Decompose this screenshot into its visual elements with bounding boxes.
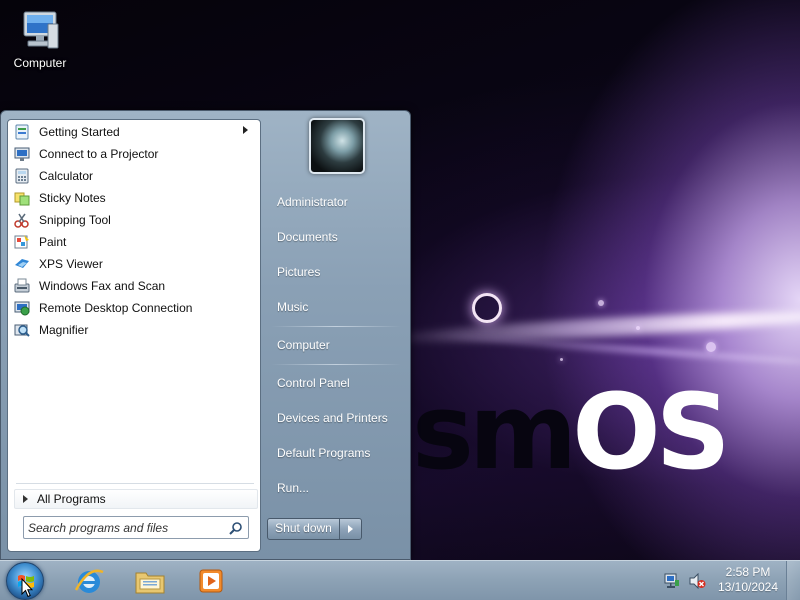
wallpaper-flare <box>598 300 604 306</box>
volume-muted-icon[interactable] <box>688 573 706 589</box>
wallpaper-flare <box>636 326 640 330</box>
program-label: XPS Viewer <box>39 257 103 271</box>
paint-icon <box>14 235 29 249</box>
link-label: Default Programs <box>277 446 371 460</box>
wallpaper-logo: smOS <box>412 371 731 493</box>
link-label: Music <box>277 300 309 314</box>
link-music[interactable]: Music <box>269 293 403 321</box>
clock-time: 2:58 PM <box>725 565 771 579</box>
desktop-icon-label: Computer <box>13 56 67 70</box>
program-label: Getting Started <box>39 125 120 139</box>
clock-date: 13/10/2024 <box>717 580 779 594</box>
divider <box>271 364 401 365</box>
link-control-panel[interactable]: Control Panel <box>269 369 403 397</box>
link-label: Control Panel <box>277 376 350 390</box>
program-remote-desktop[interactable]: Remote Desktop Connection <box>10 297 258 319</box>
wallpaper-flare <box>706 342 716 352</box>
all-programs-label: All Programs <box>37 492 106 506</box>
link-default-programs[interactable]: Default Programs <box>269 439 403 467</box>
wallpaper-logo-part2: OS <box>572 371 730 493</box>
program-connect-projector[interactable]: Connect to a Projector <box>10 143 258 165</box>
xps-viewer-icon <box>15 259 29 268</box>
program-label: Snipping Tool <box>39 213 111 227</box>
link-label: Documents <box>277 230 338 244</box>
program-paint[interactable]: Paint <box>10 231 258 253</box>
taskbar-clock[interactable]: 2:58 PM 13/10/2024 <box>717 565 779 595</box>
wallpaper-light-streak <box>379 305 800 349</box>
program-xps-viewer[interactable]: XPS Viewer <box>10 253 258 275</box>
search-input[interactable] <box>28 519 224 536</box>
network-icon[interactable] <box>664 573 680 589</box>
chevron-right-icon <box>348 525 353 533</box>
program-label: Remote Desktop Connection <box>39 301 193 315</box>
link-computer[interactable]: Computer <box>269 331 403 359</box>
link-label: Administrator <box>277 195 348 209</box>
shutdown-options-button[interactable] <box>340 519 361 539</box>
divider <box>271 326 401 327</box>
link-label: Devices and Printers <box>277 411 388 425</box>
wallpaper-ring <box>472 293 502 323</box>
desktop-icon-computer[interactable]: Computer <box>8 8 72 78</box>
start-menu: Getting Started Connect to a Projector C… <box>0 110 411 560</box>
search-icon[interactable] <box>229 521 243 535</box>
link-pictures[interactable]: Pictures <box>269 258 403 286</box>
link-run[interactable]: Run... <box>269 474 403 502</box>
wallpaper-logo-part1: sm <box>412 371 577 493</box>
wallpaper-light-streak <box>430 331 800 367</box>
show-desktop-button[interactable] <box>786 561 800 600</box>
program-label: Magnifier <box>39 323 89 337</box>
program-label: Paint <box>39 235 67 249</box>
computer-icon <box>23 11 59 49</box>
link-administrator[interactable]: Administrator <box>269 188 403 216</box>
shutdown-button-group: Shut down <box>267 518 362 540</box>
program-label: Sticky Notes <box>39 191 106 205</box>
internet-explorer-icon[interactable] <box>72 564 106 598</box>
shutdown-button[interactable]: Shut down <box>268 519 340 539</box>
link-devices-printers[interactable]: Devices and Printers <box>269 404 403 432</box>
program-fax-scan[interactable]: Windows Fax and Scan <box>10 275 258 297</box>
link-label: Pictures <box>277 265 321 279</box>
link-label: Run... <box>277 481 310 495</box>
snipping-tool-icon <box>14 213 29 228</box>
program-label: Calculator <box>39 169 94 183</box>
remote-desktop-icon <box>14 301 30 316</box>
program-sticky-notes[interactable]: Sticky Notes <box>10 187 258 209</box>
getting-started-icon <box>15 124 29 140</box>
all-programs-button[interactable]: All Programs <box>14 489 258 509</box>
file-explorer-icon[interactable] <box>133 564 167 598</box>
program-magnifier[interactable]: Magnifier <box>10 319 258 341</box>
magnifier-icon <box>14 324 30 337</box>
fax-scan-icon <box>14 278 30 293</box>
program-snipping-tool[interactable]: Snipping Tool <box>10 209 258 231</box>
program-getting-started[interactable]: Getting Started <box>10 121 258 143</box>
program-calculator[interactable]: Calculator <box>10 165 258 187</box>
program-label: Connect to a Projector <box>39 147 159 161</box>
link-documents[interactable]: Documents <box>269 223 403 251</box>
sticky-notes-icon <box>14 192 30 206</box>
user-avatar[interactable] <box>309 118 365 174</box>
wallpaper-flare <box>560 358 563 361</box>
projector-icon <box>14 147 30 161</box>
media-player-icon[interactable] <box>194 564 228 598</box>
chevron-right-icon <box>23 495 28 503</box>
calculator-icon <box>15 168 29 184</box>
mouse-cursor-icon <box>21 578 33 598</box>
search-box[interactable] <box>23 516 249 539</box>
divider <box>16 483 254 484</box>
link-label: Computer <box>277 338 330 352</box>
taskbar <box>0 560 800 600</box>
start-menu-programs-pane: Getting Started Connect to a Projector C… <box>7 119 261 552</box>
program-label: Windows Fax and Scan <box>39 279 166 293</box>
submenu-arrow-icon <box>243 126 248 134</box>
